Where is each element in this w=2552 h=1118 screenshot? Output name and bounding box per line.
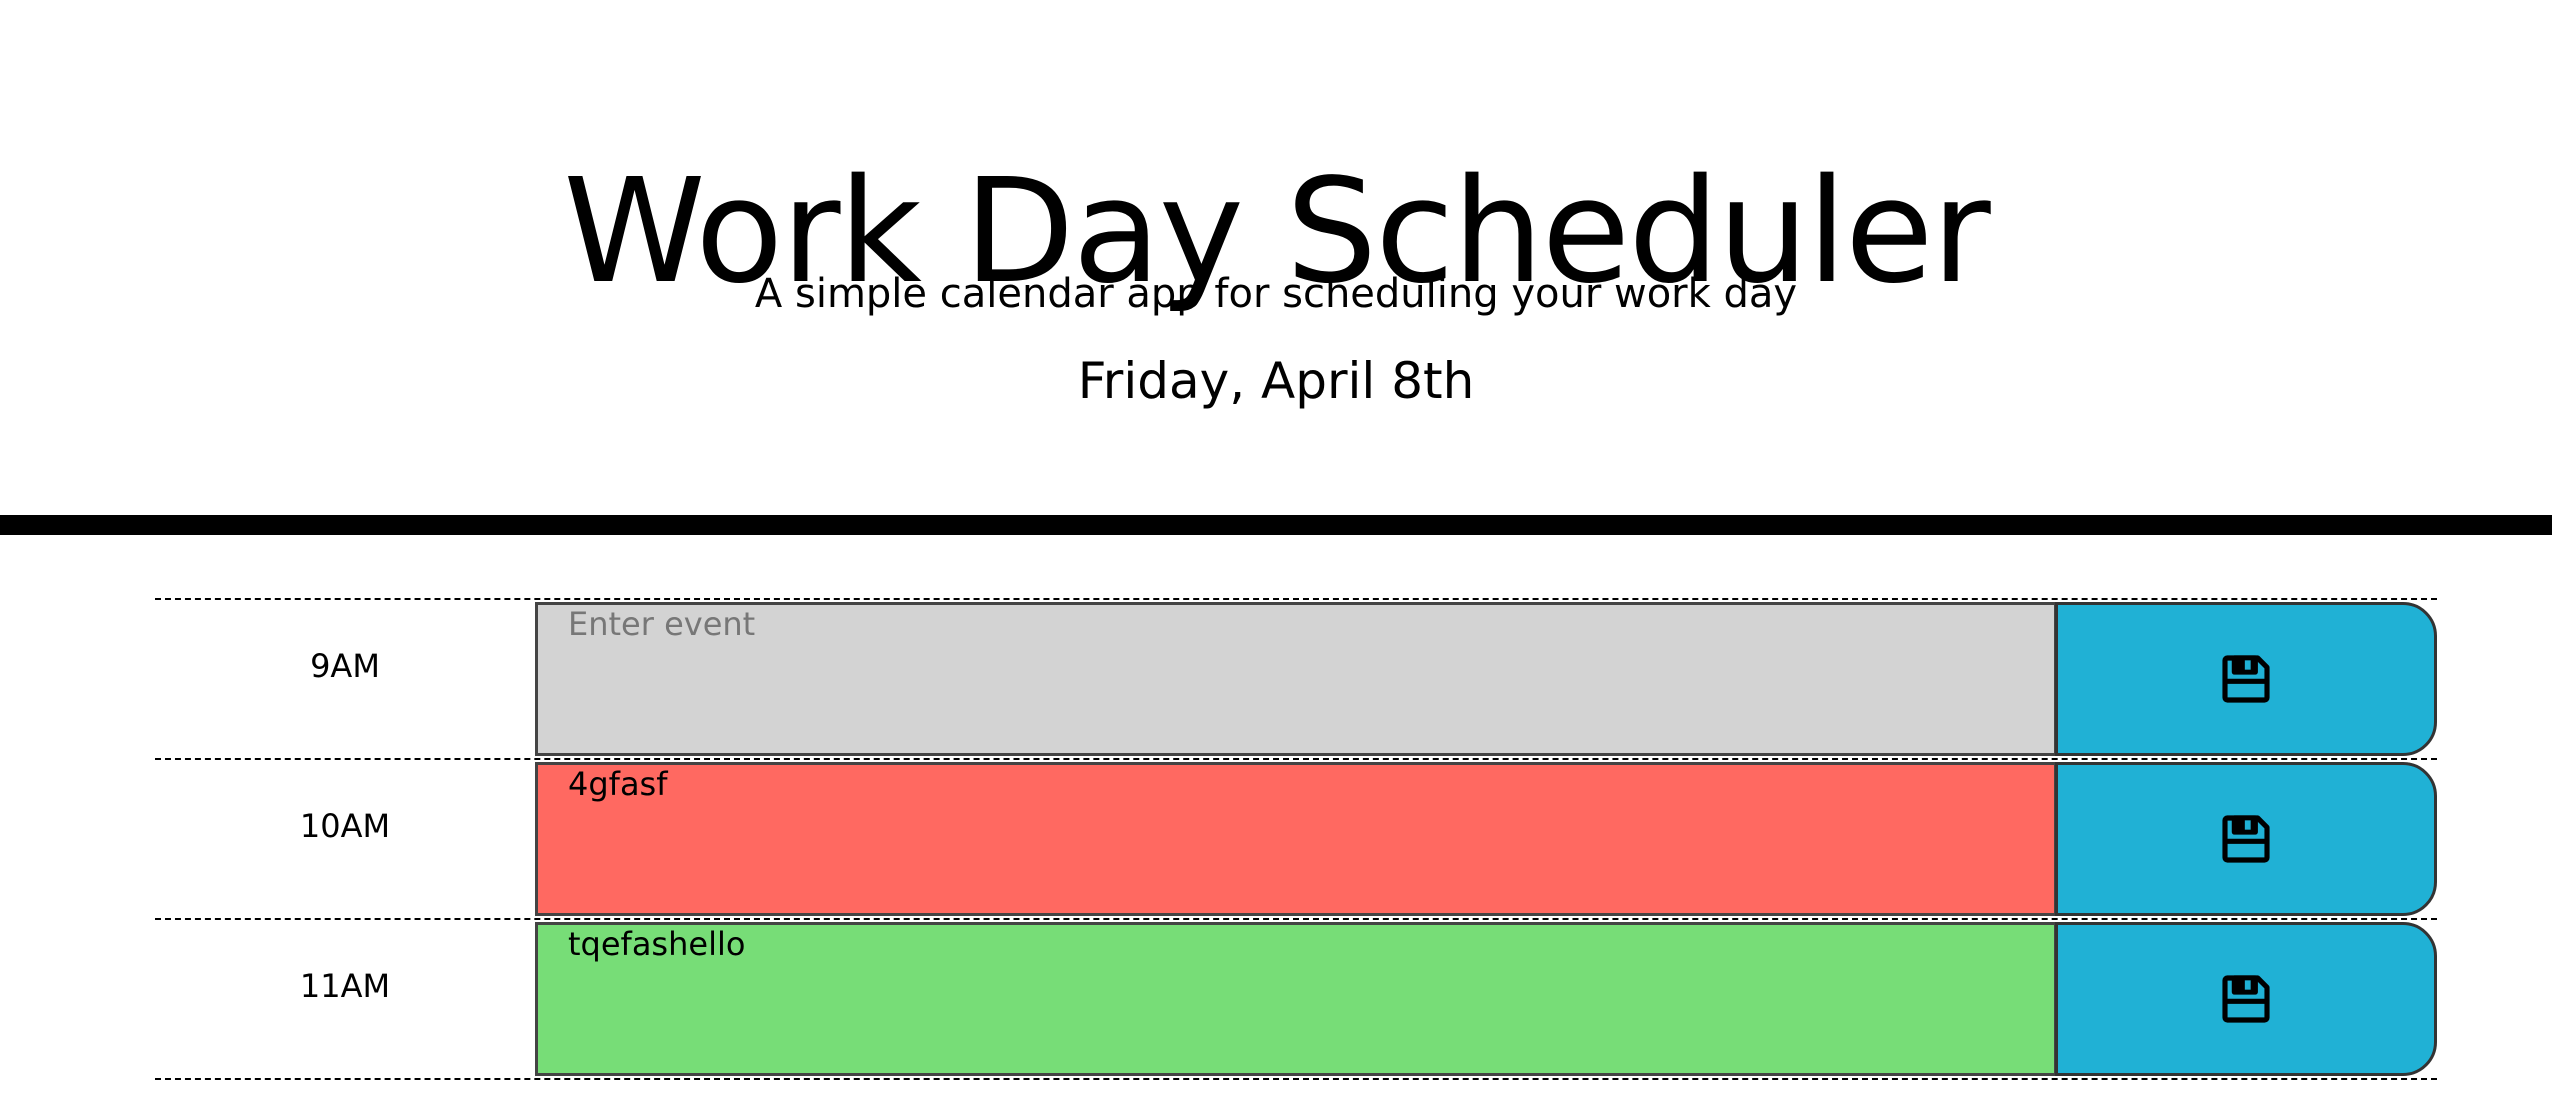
event-input[interactable]: tqefashello xyxy=(535,922,2055,1076)
hour-label: 9AM xyxy=(310,647,380,685)
time-block-10am: 10AM 4gfasf xyxy=(155,758,2437,918)
time-block-11am: 11AM tqefashello xyxy=(155,918,2437,1078)
schedule-container: 9AM 10AM 4gfasf 11AM tqefashello xyxy=(155,598,2437,1118)
hour-label: 11AM xyxy=(299,967,391,1005)
time-block-9am: 9AM xyxy=(155,598,2437,758)
save-button[interactable] xyxy=(2055,922,2437,1076)
event-input[interactable]: 4gfasf xyxy=(535,762,2055,916)
save-button[interactable] xyxy=(2055,602,2437,756)
page-subtitle: A simple calendar app for scheduling you… xyxy=(754,271,1798,317)
time-block-next xyxy=(155,1078,2437,1118)
save-button[interactable] xyxy=(2055,762,2437,916)
current-day: Friday, April 8th xyxy=(1077,352,1475,410)
event-input[interactable] xyxy=(535,602,2055,756)
floppy-disk-icon xyxy=(2222,655,2270,703)
floppy-disk-icon xyxy=(2222,975,2270,1023)
floppy-disk-icon xyxy=(2222,815,2270,863)
header: Work Day Scheduler A simple calendar app… xyxy=(0,0,2552,535)
hour-label: 10AM xyxy=(299,807,391,845)
